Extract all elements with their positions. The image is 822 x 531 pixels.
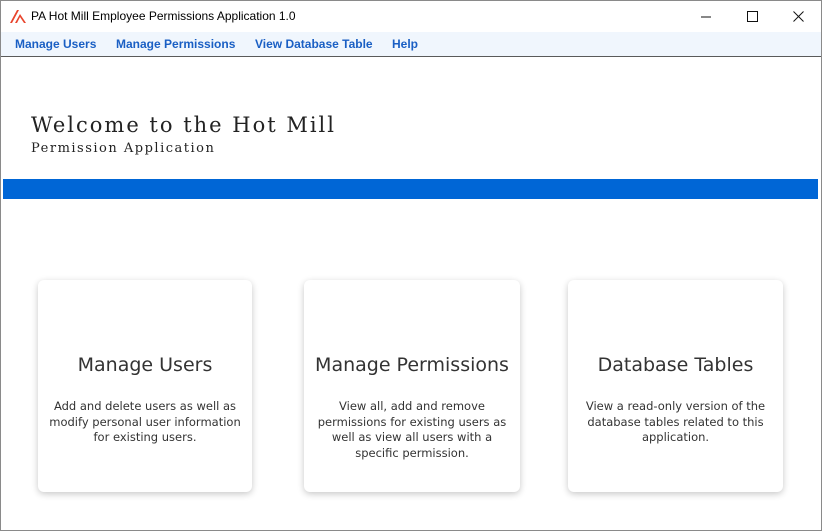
welcome-subtitle: Permission Application — [31, 141, 216, 156]
app-window: PA Hot Mill Employee Permissions Applica… — [0, 0, 822, 531]
close-button[interactable] — [775, 1, 821, 32]
header-band — [3, 179, 818, 199]
menu-bar: Manage Users Manage Permissions View Dat… — [1, 32, 821, 57]
minimize-icon — [700, 16, 711, 18]
welcome-title: Welcome to the Hot Mill — [31, 113, 336, 137]
manage-users-card[interactable]: Manage Users Add and delete users as wel… — [38, 280, 252, 492]
minimize-button[interactable] — [683, 1, 729, 32]
card-description: Add and delete users as well as modify p… — [49, 399, 241, 444]
maximize-icon — [746, 11, 758, 22]
card-description: View all, add and remove permissions for… — [317, 399, 507, 460]
menu-help[interactable]: Help — [392, 37, 418, 51]
menu-manage-users[interactable]: Manage Users — [15, 37, 96, 51]
window-title: PA Hot Mill Employee Permissions Applica… — [31, 9, 296, 23]
manage-permissions-card[interactable]: Manage Permissions View all, add and rem… — [304, 280, 520, 492]
menu-manage-permissions[interactable]: Manage Permissions — [116, 37, 235, 51]
card-title: Manage Permissions — [315, 354, 509, 376]
close-icon — [792, 11, 804, 22]
card-title: Database Tables — [597, 354, 754, 376]
maximize-button[interactable] — [729, 1, 775, 32]
title-bar[interactable]: PA Hot Mill Employee Permissions Applica… — [1, 1, 821, 32]
menu-view-database-table[interactable]: View Database Table — [255, 37, 373, 51]
card-title: Manage Users — [77, 354, 213, 376]
app-logo-icon — [10, 10, 26, 23]
main-content: Welcome to the Hot Mill Permission Appli… — [3, 58, 818, 530]
database-tables-card[interactable]: Database Tables View a read-only version… — [568, 280, 783, 492]
card-description: View a read-only version of the database… — [585, 399, 766, 444]
